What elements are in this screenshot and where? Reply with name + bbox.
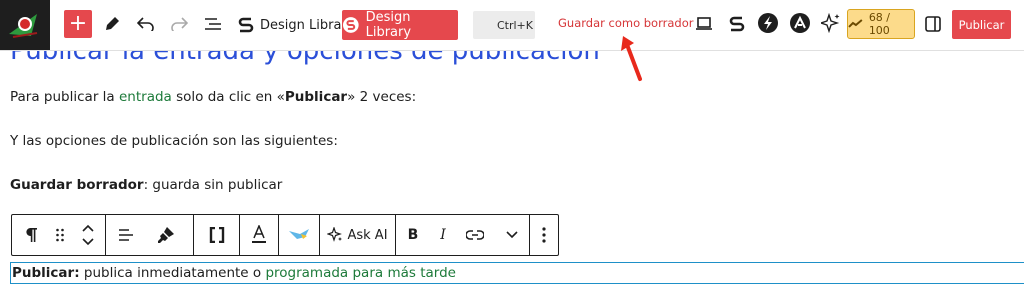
design-library-red-label: Design Library — [365, 10, 412, 40]
drag-icon[interactable] — [50, 215, 70, 255]
ask-ai-button[interactable]: Ask AI — [320, 215, 395, 255]
publish-button[interactable]: Publicar — [952, 10, 1011, 39]
editor-top-toolbar: + Design Library Design Library Ctrl+K G… — [0, 0, 1024, 51]
align-icon[interactable] — [106, 215, 146, 255]
rank-icon — [848, 19, 863, 28]
chevron-down-icon[interactable] — [494, 215, 529, 255]
stackable-icon — [238, 17, 254, 33]
block-group-5 — [279, 215, 320, 255]
add-block-button[interactable]: + — [64, 10, 92, 38]
p1-text-mid: solo da clic en « — [171, 89, 285, 105]
brackets-icon[interactable] — [194, 215, 239, 255]
block-group-8 — [530, 215, 558, 255]
astra-icon[interactable] — [789, 12, 811, 34]
paragraph-3[interactable]: Guardar borrador: guarda sin publicar — [10, 177, 282, 193]
p4-bold: Publicar: — [12, 265, 80, 281]
paragraph-2[interactable]: Y las opciones de publicación son las si… — [10, 133, 338, 149]
design-library-button-plain[interactable]: Design Library — [238, 12, 354, 38]
p1-text-end: » 2 veces: — [347, 89, 417, 105]
sparkle-icon — [327, 227, 343, 242]
italic-icon[interactable]: I — [430, 215, 456, 255]
block-group-2 — [106, 215, 194, 255]
design-library-icon — [342, 17, 359, 33]
block-group-7: B I — [396, 215, 530, 255]
p1-bold: Publicar — [284, 89, 348, 105]
p4-text: publica inmediatamente o — [79, 265, 266, 281]
list-view-icon[interactable] — [202, 13, 224, 35]
red-arrow-annotation — [621, 36, 642, 81]
programada-link[interactable]: programada para más tarde — [265, 265, 456, 281]
undo-icon[interactable] — [135, 13, 157, 35]
block-group-6: Ask AI — [320, 215, 396, 255]
bold-icon[interactable]: B — [396, 215, 430, 255]
block-group-1 — [12, 215, 106, 255]
paragraph-icon[interactable] — [12, 215, 50, 255]
seo-score: 68 / 100 — [868, 11, 891, 37]
sparkle-icon[interactable] — [820, 12, 842, 34]
selected-paragraph[interactable]: Publicar: publica inmediatamente o progr… — [10, 262, 1024, 284]
seo-score-badge[interactable]: 68 / 100 — [847, 9, 915, 39]
highlighter-icon[interactable] — [146, 215, 186, 255]
text-color-icon[interactable] — [240, 215, 278, 255]
design-library-label: Design Library — [260, 17, 355, 33]
ask-ai-label: Ask AI — [347, 227, 388, 243]
p3-text: : guarda sin publicar — [143, 177, 283, 193]
redo-icon[interactable] — [168, 13, 190, 35]
pen-icon[interactable] — [101, 13, 123, 35]
move-updown-icon[interactable] — [70, 215, 105, 255]
bolt-icon[interactable] — [757, 12, 779, 34]
p1-text: Para publicar la — [10, 89, 119, 105]
entrada-link[interactable]: entrada — [119, 89, 172, 105]
bird-icon[interactable] — [279, 215, 319, 255]
design-library-button[interactable]: Design Library — [342, 10, 458, 40]
save-draft-button[interactable]: Guardar como borrador — [558, 16, 693, 30]
command-shortcut: Ctrl+K — [496, 18, 533, 32]
stackable-icon[interactable] — [726, 13, 748, 35]
site-logo[interactable] — [0, 0, 50, 50]
paragraph-1[interactable]: Para publicar la entrada solo da clic en… — [10, 89, 416, 105]
preview-icon[interactable] — [693, 13, 715, 35]
block-group-4 — [240, 215, 279, 255]
command-palette-button[interactable]: Ctrl+K — [473, 11, 535, 39]
block-toolbar: Ask AI B I — [11, 214, 559, 256]
p3-bold: Guardar borrador — [10, 177, 144, 193]
block-group-3 — [194, 215, 240, 255]
settings-panel-icon[interactable] — [922, 13, 944, 35]
more-options-icon[interactable] — [530, 215, 558, 255]
link-icon[interactable] — [456, 215, 494, 255]
